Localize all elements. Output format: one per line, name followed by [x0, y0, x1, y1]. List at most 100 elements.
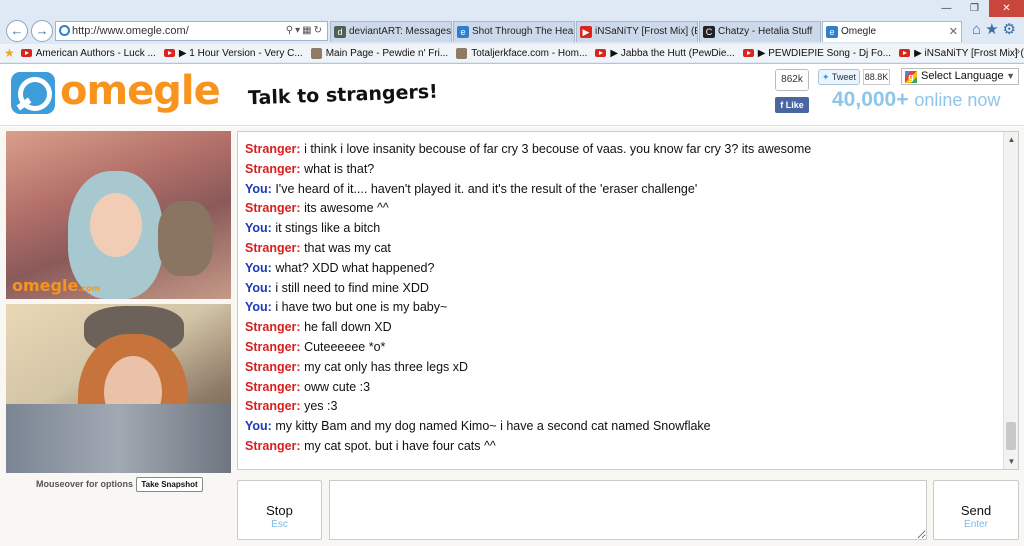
favorite-item[interactable]: ▶ Jabba the Hutt (PewDie... — [595, 48, 735, 59]
home-icon[interactable]: ⌂ — [972, 21, 985, 38]
chatzy-icon: C — [703, 26, 715, 38]
tab-1[interactable]: e Shot Through The Hear... — [453, 21, 575, 42]
stop-label: Stop — [266, 503, 293, 518]
you-speaker-label: You: — [245, 280, 272, 295]
tagline: Talk to strangers! — [247, 80, 439, 110]
send-button[interactable]: Send Enter — [933, 480, 1019, 540]
scroll-thumb[interactable] — [1006, 422, 1016, 450]
chat-message: You: i still need to find mine XDD — [245, 281, 1002, 295]
omegle-logo-icon[interactable] — [11, 72, 55, 114]
facebook-like-widget: 862k f Like — [775, 69, 809, 113]
chat-log[interactable]: Stranger: i think i love insanity becous… — [237, 131, 1019, 470]
chat-message: Stranger: i think i love insanity becous… — [245, 142, 1002, 156]
message-text: i still need to find mine XDD — [275, 280, 429, 295]
message-text: what is that? — [304, 161, 375, 176]
tab-label: Omegle — [841, 26, 877, 37]
favorite-item[interactable]: ▶ 1 Hour Version - Very C... — [163, 48, 303, 59]
message-text: I've heard of it.... haven't played it. … — [275, 181, 698, 196]
tab-4[interactable]: e Omegle ✕ — [822, 21, 962, 42]
favorites-star-icon[interactable]: ★ — [4, 46, 15, 60]
message-text: he fall down XD — [304, 320, 392, 335]
tweet-label: Tweet — [831, 72, 856, 82]
youtube-icon — [899, 49, 911, 57]
scroll-down-icon[interactable]: ▼ — [1004, 454, 1018, 469]
back-arrow-icon: ← — [10, 23, 24, 38]
chat-scrollbar[interactable]: ▲ ▼ — [1003, 132, 1018, 469]
message-text: what? XDD what happened? — [275, 260, 435, 275]
more-favorites-icon[interactable]: » — [1014, 46, 1020, 57]
minimize-button[interactable]: — — [933, 0, 960, 17]
you-speaker-label: You: — [245, 419, 272, 434]
your-video[interactable] — [6, 304, 231, 473]
tweet-count: 88.8K — [863, 69, 890, 85]
online-number: 40,000+ — [832, 88, 909, 111]
chat-message: Stranger: yes :3 — [245, 399, 1002, 413]
omegle-logo-text[interactable]: omegle — [60, 68, 221, 114]
favorite-item[interactable]: Totaljerkface.com - Hom... — [456, 47, 588, 59]
tweet-button[interactable]: ✦ Tweet — [818, 69, 860, 85]
stranger-cat — [158, 201, 213, 276]
wiki-icon — [310, 47, 322, 59]
google-translate-icon: g — [905, 71, 917, 83]
forward-button[interactable]: → — [31, 20, 53, 42]
back-button[interactable]: ← — [6, 20, 28, 42]
message-text: my cat spot. but i have four cats ^^ — [304, 438, 496, 453]
favorite-item[interactable]: ▶ iNSaNiTY [Frost Mix] (E... — [899, 48, 1024, 59]
take-snapshot-button[interactable]: Take Snapshot — [136, 477, 203, 492]
stranger-speaker-label: Stranger: — [245, 379, 301, 394]
favorite-item[interactable]: Main Page - Pewdie n' Fri... — [310, 47, 449, 59]
youtube-icon — [742, 49, 754, 57]
gear-icon[interactable]: ⚙ — [1003, 21, 1020, 38]
tab-label: Shot Through The Hear... — [472, 26, 575, 37]
stranger-speaker-label: Stranger: — [245, 240, 301, 255]
facebook-like-button[interactable]: f Like — [775, 97, 809, 113]
chat-main: omegle.com Mouseover for options Take Sn… — [0, 127, 1024, 546]
stranger-speaker-label: Stranger: — [245, 438, 301, 453]
chevron-down-icon: ▼ — [1006, 71, 1015, 81]
tab-2[interactable]: ▶ iNSaNiTY [Frost Mix] (E... — [576, 21, 698, 42]
mouseover-hint: Mouseover for options — [36, 479, 134, 489]
stop-button[interactable]: Stop Esc — [237, 480, 322, 540]
favorite-item[interactable]: ▶ PEWDIEPIE Song - Dj Fo... — [742, 48, 891, 59]
online-count: 40,000+ online now — [832, 88, 1000, 112]
restore-button[interactable]: ❐ — [961, 0, 988, 17]
ie-page-icon: e — [826, 26, 838, 38]
favorite-item[interactable]: American Authors - Luck ... — [20, 48, 156, 59]
chat-message: You: i have two but one is my baby~ — [245, 300, 1002, 314]
message-text: oww cute :3 — [304, 379, 371, 394]
site-header: omegle Talk to strangers! 862k f Like ✦ … — [0, 64, 1024, 126]
compat-icon[interactable]: ▦ — [302, 25, 313, 36]
address-tools[interactable]: ⚲▾▦↻ — [286, 22, 324, 40]
you-speaker-label: You: — [245, 181, 272, 196]
favorites-star-icon[interactable]: ★ — [985, 21, 1002, 38]
message-text: my kitty Bam and my dog named Kimo~ i ha… — [275, 419, 711, 434]
tab-0[interactable]: ddeviantART: Messages#... — [330, 21, 452, 42]
message-text: it stings like a bitch — [275, 221, 381, 236]
send-label: Send — [960, 503, 992, 518]
stranger-speaker-label: Stranger: — [245, 399, 301, 414]
browser-chrome: ← → http://www.omegle.com/ ⚲▾▦↻ d deviant… — [0, 0, 1024, 64]
scroll-up-icon[interactable]: ▲ — [1004, 132, 1018, 147]
favorite-label: Main Page - Pewdie n' Fri... — [325, 47, 449, 59]
favorite-label: Totaljerkface.com - Hom... — [471, 47, 588, 59]
refresh-icon[interactable]: ↻ — [314, 25, 324, 36]
tab-label: Chatzy - Hetalia Stuff — [718, 26, 813, 37]
chat-message: Stranger: that was my cat — [245, 241, 1002, 255]
you-speaker-label: You: — [245, 260, 272, 275]
close-tab-icon[interactable]: ✕ — [949, 22, 958, 42]
stranger-speaker-label: Stranger: — [245, 142, 301, 156]
address-bar[interactable]: http://www.omegle.com/ ⚲▾▦↻ — [55, 21, 328, 41]
chat-message: Stranger: he fall down XD — [245, 320, 1002, 334]
stranger-video[interactable]: omegle.com — [6, 131, 231, 299]
message-text: i think i love insanity becouse of far c… — [304, 142, 812, 156]
like-count: 862k — [775, 69, 809, 91]
message-text: its awesome ^^ — [304, 201, 389, 216]
search-icon[interactable]: ⚲ — [286, 25, 295, 36]
page-icon — [456, 47, 468, 59]
tab-3[interactable]: C Chatzy - Hetalia Stuff — [699, 21, 821, 42]
stop-hint: Esc — [271, 519, 288, 530]
chat-message: Stranger: its awesome ^^ — [245, 201, 1002, 215]
select-language-dropdown[interactable]: g Select Language ▼ — [901, 68, 1019, 85]
close-window-button[interactable]: ✕ — [989, 0, 1024, 17]
chat-input[interactable] — [329, 480, 927, 540]
